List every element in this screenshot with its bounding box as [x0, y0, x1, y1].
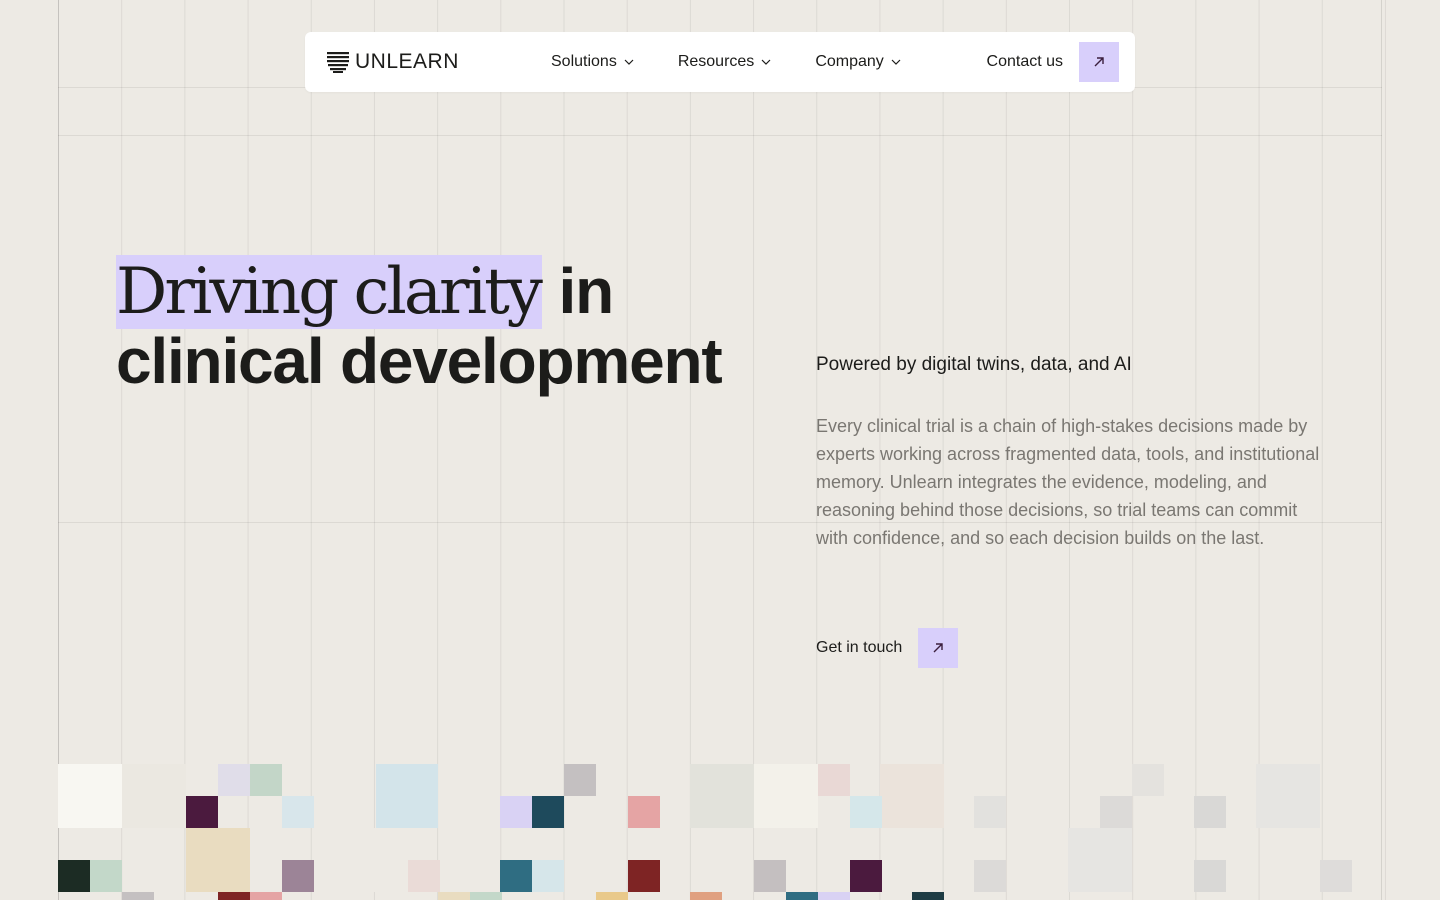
hero-title-rest: in [541, 255, 615, 327]
mosaic-tile [58, 860, 90, 892]
mosaic-tile [974, 860, 1006, 892]
decorative-mosaic [58, 764, 1382, 900]
nav-menu: Solutions Resources Company [551, 32, 901, 92]
mosaic-tile [90, 860, 122, 892]
get-in-touch-link[interactable]: Get in touch [816, 639, 902, 657]
mosaic-tile [408, 860, 440, 892]
mosaic-tile [974, 796, 1006, 828]
hero-title: Driving clarity in clinical development [116, 255, 723, 397]
mosaic-tile [690, 892, 722, 900]
hero-title-line2: clinical development [116, 325, 723, 397]
mosaic-tile [122, 764, 186, 828]
logo-icon [327, 52, 349, 73]
hero-body: Every clinical trial is a chain of high-… [816, 416, 1320, 548]
nav-item-label: Solutions [551, 53, 617, 70]
nav-item-solutions[interactable]: Solutions [551, 53, 634, 71]
mosaic-tile [1068, 828, 1132, 892]
mosaic-tile [1320, 860, 1352, 892]
contact-us-link[interactable]: Contact us [987, 53, 1063, 71]
mosaic-tile [818, 764, 850, 796]
mosaic-tile [218, 892, 250, 900]
mosaic-tile [186, 828, 250, 892]
nav-item-label: Resources [677, 53, 755, 70]
chevron-down-icon [624, 59, 634, 65]
mosaic-tile [282, 860, 314, 892]
mosaic-tile [690, 764, 754, 828]
chevron-down-icon [761, 59, 771, 65]
contact-arrow-button[interactable] [1079, 42, 1119, 82]
mosaic-tile [500, 860, 532, 892]
hero-title-line1: Driving clarity in [116, 255, 722, 329]
mosaic-tile [818, 892, 850, 900]
logo-link[interactable]: UNLEARN [327, 50, 459, 74]
hero-subhead: Powered by digital twins, data, and AI [816, 354, 1132, 375]
contact-group: Contact us [987, 42, 1119, 82]
mosaic-tile [532, 796, 564, 828]
mosaic-tile [470, 892, 502, 900]
mosaic-tile [282, 796, 314, 828]
mosaic-tile [850, 860, 882, 892]
mosaic-tile [596, 892, 628, 900]
arrow-up-right-icon [933, 643, 943, 653]
mosaic-tile [438, 892, 470, 900]
mosaic-tile [754, 764, 818, 828]
mosaic-tile [250, 764, 282, 796]
mosaic-tile [1100, 796, 1132, 828]
logo-text: UNLEARN [355, 50, 459, 73]
top-navbar: UNLEARN Solutions Resources Company Cont… [305, 32, 1135, 92]
mosaic-tile [122, 892, 154, 900]
nav-item-resources[interactable]: Resources [678, 53, 771, 71]
mosaic-tile [376, 764, 438, 828]
mosaic-tile [1132, 764, 1164, 796]
mosaic-tile [628, 860, 660, 892]
mosaic-tile [564, 764, 596, 796]
hero-title-highlight: Driving clarity [116, 255, 543, 329]
mosaic-tile [250, 892, 282, 900]
mosaic-tile [314, 828, 378, 892]
mosaic-tile [532, 860, 564, 892]
nav-item-company[interactable]: Company [815, 53, 901, 71]
chevron-down-icon [891, 59, 901, 65]
get-in-touch-arrow-button[interactable] [918, 628, 959, 668]
mosaic-tile [1194, 796, 1226, 828]
mosaic-tile [754, 860, 786, 892]
mosaic-tile [218, 764, 250, 796]
mosaic-tile [1194, 860, 1226, 892]
grid-hline [58, 135, 1382, 136]
mosaic-tile [880, 764, 944, 828]
mosaic-tile [850, 796, 882, 828]
mosaic-tile [628, 796, 660, 828]
mosaic-tile [58, 764, 122, 828]
mosaic-tile [500, 796, 532, 828]
get-in-touch-cta: Get in touch [816, 628, 959, 668]
mosaic-tile [786, 892, 818, 900]
arrow-up-right-icon [1094, 57, 1104, 67]
mosaic-tile [912, 892, 944, 900]
nav-item-label: Company [815, 53, 884, 70]
mosaic-tile [186, 796, 218, 828]
mosaic-tile [1256, 764, 1320, 828]
